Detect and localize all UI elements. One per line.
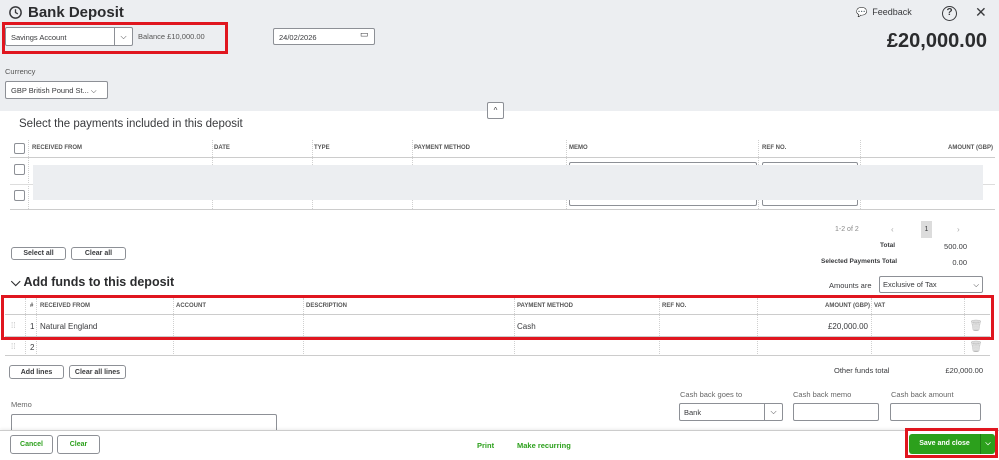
trash-icon[interactable]: 🗑 — [969, 340, 983, 353]
cancel-button[interactable]: Cancel — [10, 435, 53, 454]
amounts-are-select[interactable]: Exclusive of Tax ⌵ — [879, 276, 983, 293]
row-checkbox[interactable] — [14, 190, 25, 201]
cashback-memo-input[interactable] — [793, 403, 879, 421]
header-area — [0, 0, 999, 111]
calendar-icon[interactable]: ▭ — [360, 29, 374, 44]
deposit-total: £20,000.00 — [886, 30, 987, 52]
chevron-down-icon: ⌵ — [90, 86, 97, 95]
feedback-icon: 💬 — [856, 7, 868, 17]
save-and-close-button[interactable]: Save and close — [909, 434, 980, 454]
chevron-down-icon: ⌵ — [973, 280, 979, 289]
chevron-down-icon: ⌵ — [11, 275, 24, 289]
table-row[interactable]: ⁞⁞ 2 🗑 — [5, 338, 990, 356]
help-icon[interactable]: ? — [942, 6, 957, 21]
collapse-button[interactable]: ^ — [487, 102, 504, 119]
footer — [0, 430, 999, 460]
page-button[interactable]: 1 — [921, 221, 932, 238]
chevron-down-icon: ⌵ — [764, 404, 782, 420]
chevron-down-icon: ⌵ — [114, 28, 132, 45]
select-all-button[interactable]: Select all — [11, 247, 66, 260]
redacted-rows — [33, 165, 983, 200]
print-link[interactable]: Print — [477, 441, 494, 450]
drag-handle-icon[interactable]: ⁞⁞ — [11, 342, 15, 351]
chevron-down-icon[interactable]: ⌵ — [980, 434, 995, 454]
add-lines-button[interactable]: Add lines — [9, 365, 64, 379]
account-balance: Balance £10,000.00 — [138, 32, 205, 41]
account-select[interactable]: Savings Account ⌵ — [5, 27, 133, 46]
currency-label: Currency — [5, 67, 36, 76]
close-icon[interactable]: ✕ — [975, 4, 987, 21]
funds-title[interactable]: ⌵ Add funds to this deposit — [11, 275, 174, 290]
pagination-text: 1-2 of 2 — [835, 226, 859, 233]
row-checkbox[interactable] — [14, 164, 25, 175]
next-page-icon[interactable]: › — [957, 225, 960, 234]
highlight-box — [1, 295, 994, 340]
make-recurring-link[interactable]: Make recurring — [517, 441, 571, 450]
clear-all-button[interactable]: Clear all — [71, 247, 126, 260]
currency-select[interactable]: GBP British Pound St... ⌵ — [5, 81, 108, 99]
prev-page-icon[interactable]: ‹ — [891, 225, 894, 234]
payments-table: RECEIVED FROM DATE TYPE PAYMENT METHOD M… — [10, 140, 995, 210]
feedback-button[interactable]: 💬 Feedback — [856, 7, 912, 18]
history-icon[interactable] — [8, 5, 23, 20]
date-input[interactable]: 24/02/2026 ▭ — [273, 28, 375, 45]
cashback-account-select[interactable]: Bank ⌵ — [679, 403, 783, 421]
clear-button[interactable]: Clear — [57, 435, 100, 454]
clear-all-lines-button[interactable]: Clear all lines — [69, 365, 126, 379]
payments-title: Select the payments included in this dep… — [19, 118, 243, 130]
page-title: Bank Deposit — [28, 4, 124, 21]
cashback-amount-input[interactable] — [890, 403, 981, 421]
select-all-checkbox[interactable] — [14, 143, 25, 154]
save-and-close-group: Save and close ⌵ — [909, 434, 995, 454]
table-header: RECEIVED FROM DATE TYPE PAYMENT METHOD M… — [10, 140, 995, 158]
